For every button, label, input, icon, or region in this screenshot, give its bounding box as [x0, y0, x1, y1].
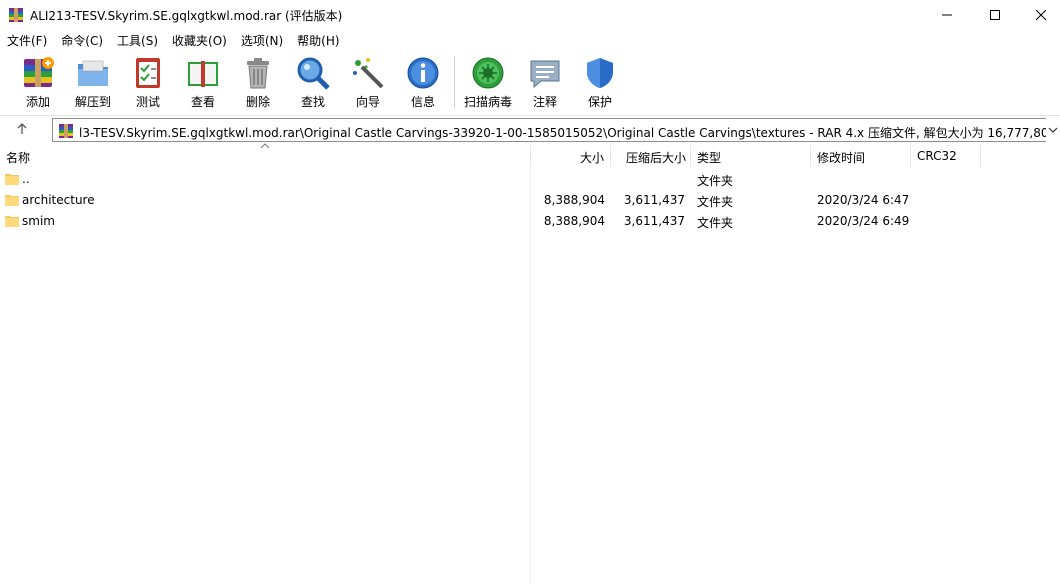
menu-favorites[interactable]: 收藏夹(O) — [165, 30, 234, 50]
wizard-label: 向导 — [355, 95, 380, 109]
protect-button[interactable]: 保护 — [575, 53, 625, 113]
title-bar: ALI213-TESV.Skyrim.SE.gqlxgtkwl.mod.rar … — [0, 0, 1060, 30]
column-header-modified[interactable]: 修改时间 — [811, 145, 911, 167]
item-packed: 3,611,437 — [623, 214, 685, 228]
toolbar: 添加 解压到 测试 查看 删除 查找 向导 信息 扫描病毒 注释 保护 — [0, 50, 1060, 116]
scan-virus-label: 扫描病毒 — [463, 95, 512, 109]
list-item[interactable]: architecture 8,388,904 3,611,437 文件夹 202… — [0, 190, 1060, 211]
column-header-type[interactable]: 类型 — [691, 145, 811, 167]
item-type: 文件夹 — [697, 195, 734, 209]
item-type: 文件夹 — [697, 216, 734, 230]
close-button[interactable] — [1018, 0, 1060, 30]
column-header-size[interactable]: 大小 — [531, 145, 611, 167]
folder-icon — [5, 174, 19, 185]
add-archive-icon — [24, 57, 54, 87]
list-item[interactable]: smim 8,388,904 3,611,437 文件夹 2020/3/24 6… — [0, 211, 1060, 232]
maximize-button[interactable] — [972, 0, 1018, 30]
address-row: l3-TESV.Skyrim.SE.gqlxgtkwl.mod.rar\Orig… — [0, 116, 1060, 143]
minimize-button[interactable] — [924, 0, 970, 30]
folder-icon — [5, 195, 19, 206]
folder-icon — [5, 216, 19, 227]
extract-label: 解压到 — [74, 95, 111, 109]
column-header-size-label: 大小 — [579, 151, 604, 165]
menu-options[interactable]: 选项(N) — [234, 30, 290, 50]
window-title: ALI213-TESV.Skyrim.SE.gqlxgtkwl.mod.rar … — [30, 9, 343, 23]
minimize-icon — [942, 14, 952, 16]
view-button[interactable]: 查看 — [178, 53, 228, 113]
maximize-icon — [990, 10, 1000, 20]
up-level-button[interactable] — [8, 119, 36, 139]
wizard-wand-icon — [353, 58, 384, 89]
extract-folder-icon — [78, 60, 108, 86]
extract-button[interactable]: 解压到 — [68, 53, 118, 113]
menu-bar: 文件(F) 命令(C) 工具(S) 收藏夹(O) 选项(N) 帮助(H) — [0, 30, 1060, 50]
column-header-packed[interactable]: 压缩后大小 — [611, 145, 691, 167]
info-icon — [407, 57, 439, 89]
file-list: 名称 大小 压缩后大小 类型 修改时间 CRC32 .. 文件夹 archite… — [0, 143, 1060, 584]
magnifier-icon — [297, 57, 330, 90]
delete-label: 删除 — [245, 95, 270, 109]
item-modified: 2020/3/24 6:49 — [817, 214, 910, 228]
list-item[interactable]: .. 文件夹 — [0, 169, 1060, 190]
column-header-packed-label: 压缩后大小 — [625, 151, 686, 165]
menu-help[interactable]: 帮助(H) — [290, 30, 346, 50]
address-dropdown[interactable] — [1046, 116, 1060, 143]
winrar-icon — [9, 8, 23, 22]
wizard-button[interactable]: 向导 — [343, 53, 393, 113]
test-label: 测试 — [135, 95, 160, 109]
test-button[interactable]: 测试 — [123, 53, 173, 113]
close-icon — [1036, 10, 1046, 20]
view-book-icon — [188, 61, 218, 87]
column-header-crc[interactable]: CRC32 — [911, 145, 981, 167]
info-label: 信息 — [410, 95, 435, 109]
item-name: .. — [22, 172, 30, 186]
arrow-up-icon — [17, 123, 27, 134]
list-header: 名称 大小 压缩后大小 类型 修改时间 CRC32 — [0, 143, 1060, 167]
test-checklist-icon — [136, 58, 160, 88]
trash-icon — [247, 58, 269, 89]
item-type: 文件夹 — [697, 174, 734, 188]
column-header-name-label: 名称 — [6, 151, 31, 165]
find-button[interactable]: 查找 — [288, 53, 338, 113]
address-field[interactable]: l3-TESV.Skyrim.SE.gqlxgtkwl.mod.rar\Orig… — [52, 118, 1060, 142]
column-header-crc-label: CRC32 — [917, 149, 957, 163]
menu-tools[interactable]: 工具(S) — [110, 30, 165, 50]
comment-button[interactable]: 注释 — [520, 53, 570, 113]
add-button[interactable]: 添加 — [13, 53, 63, 113]
menu-file[interactable]: 文件(F) — [0, 30, 54, 50]
view-label: 查看 — [190, 95, 215, 109]
virus-scan-icon — [472, 57, 504, 89]
toolbar-separator — [454, 56, 455, 108]
info-button[interactable]: 信息 — [398, 53, 448, 113]
item-modified: 2020/3/24 6:47 — [817, 193, 910, 207]
item-name: architecture — [22, 193, 95, 207]
comment-label: 注释 — [532, 95, 557, 109]
find-label: 查找 — [300, 95, 325, 109]
item-name: smim — [22, 214, 55, 228]
column-header-modified-label: 修改时间 — [817, 151, 866, 165]
item-packed: 3,611,437 — [623, 193, 685, 207]
item-size: 8,388,904 — [543, 193, 605, 207]
add-label: 添加 — [25, 95, 50, 109]
shield-icon — [587, 58, 613, 88]
address-path: l3-TESV.Skyrim.SE.gqlxgtkwl.mod.rar\Orig… — [79, 126, 1060, 140]
scan-virus-button[interactable]: 扫描病毒 — [463, 53, 513, 113]
chevron-down-icon — [1048, 127, 1058, 133]
column-header-type-label: 类型 — [697, 151, 722, 165]
protect-label: 保护 — [587, 95, 612, 109]
comment-icon — [530, 60, 560, 89]
delete-button[interactable]: 删除 — [233, 53, 283, 113]
item-size: 8,388,904 — [543, 214, 605, 228]
column-header-name[interactable]: 名称 — [0, 145, 531, 167]
rar-archive-icon — [59, 124, 73, 138]
menu-commands[interactable]: 命令(C) — [54, 30, 110, 50]
